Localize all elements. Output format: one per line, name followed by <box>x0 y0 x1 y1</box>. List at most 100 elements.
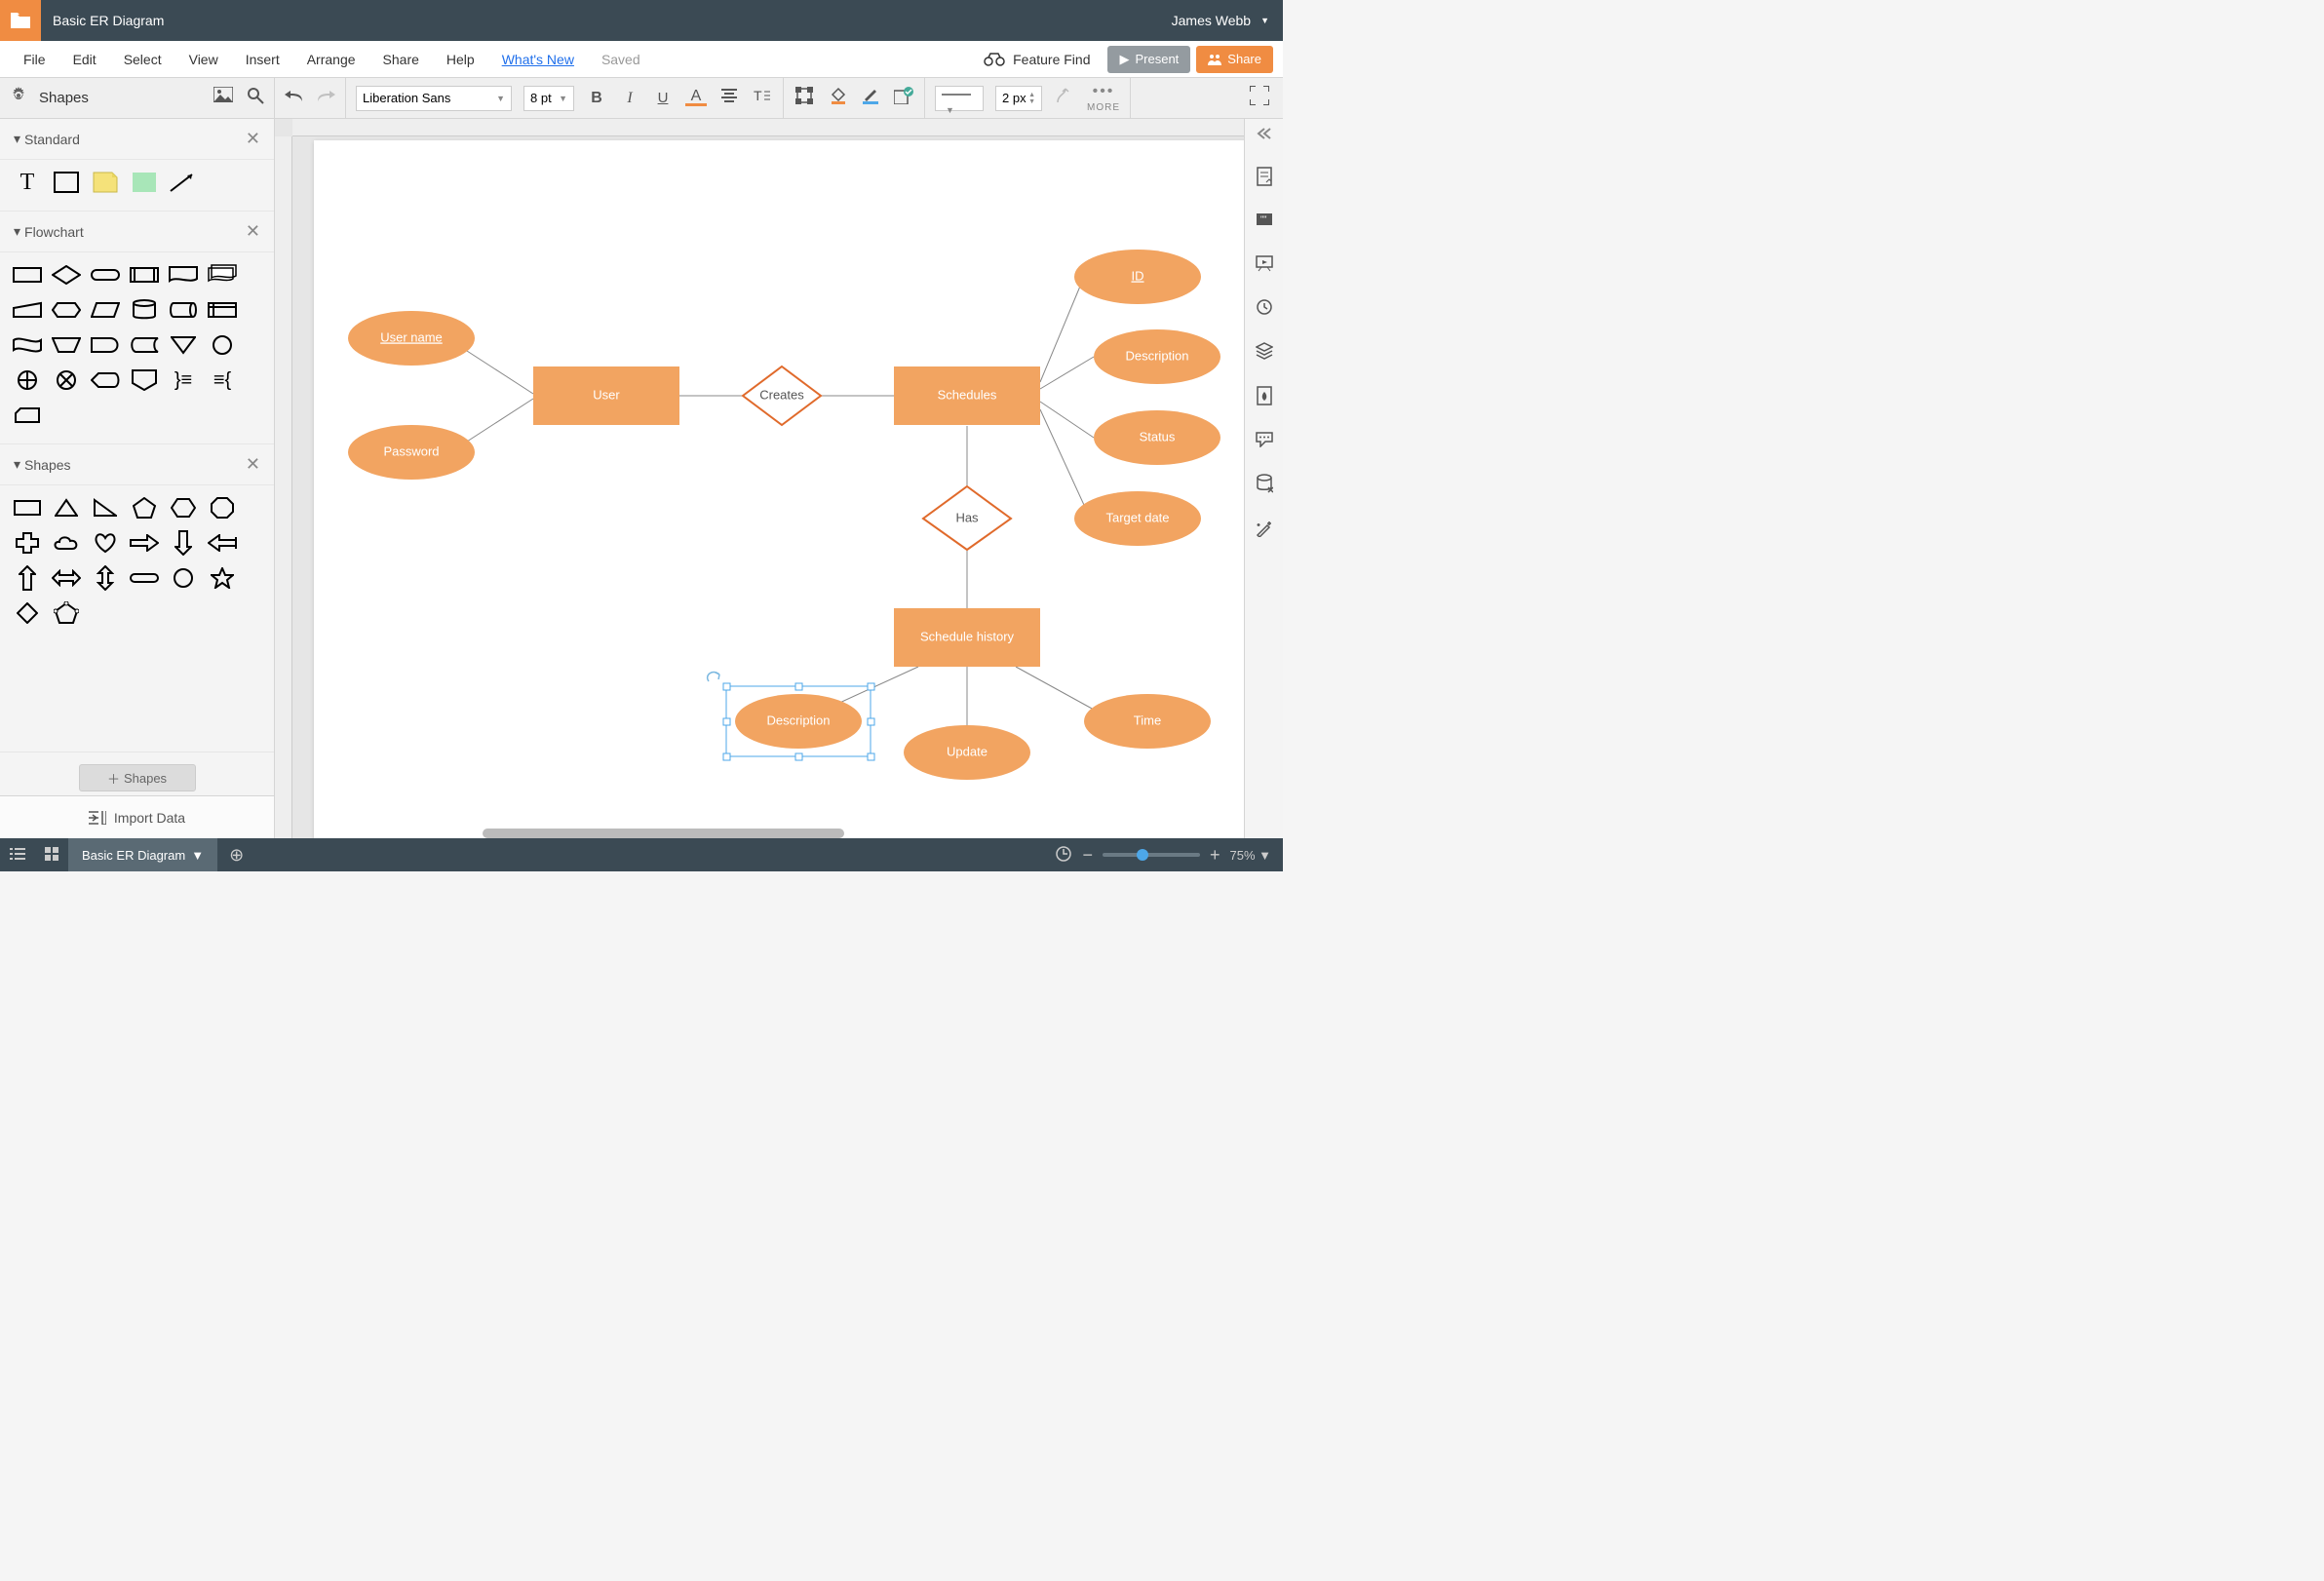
fullscreen-icon[interactable] <box>1236 86 1283 110</box>
diagram-svg[interactable]: User name Password User Creates Schedule… <box>314 140 1244 838</box>
fc-offpage[interactable] <box>127 366 162 395</box>
fc-brace-l[interactable]: ≡{ <box>205 366 240 395</box>
menu-whatsnew[interactable]: What's New <box>488 52 588 67</box>
fc-preparation[interactable] <box>49 295 84 325</box>
close-icon[interactable]: ✕ <box>246 454 260 475</box>
present-button[interactable]: ▶ Present <box>1107 46 1190 73</box>
fontsize-select[interactable]: 8 pt <box>523 86 574 111</box>
fc-stored[interactable] <box>127 330 162 360</box>
sync-icon[interactable] <box>1055 845 1072 866</box>
chat-icon[interactable] <box>1256 432 1273 452</box>
history-icon[interactable] <box>1256 298 1273 321</box>
fc-decision[interactable] <box>49 260 84 289</box>
sh-rarrow[interactable] <box>127 528 162 558</box>
fc-merge[interactable] <box>166 330 201 360</box>
sh-hexagon[interactable] <box>166 493 201 522</box>
fc-multidoc[interactable] <box>205 260 240 289</box>
share-button[interactable]: Share <box>1196 46 1273 73</box>
fc-database[interactable] <box>127 295 162 325</box>
fc-sum[interactable] <box>49 366 84 395</box>
fill-button[interactable] <box>794 87 815 109</box>
fc-data[interactable] <box>88 295 123 325</box>
search-icon[interactable] <box>247 87 264 109</box>
sh-octagon[interactable] <box>205 493 240 522</box>
user-menu[interactable]: James Webb <box>1172 13 1283 28</box>
underline-button[interactable]: U <box>652 90 674 106</box>
zoom-in-button[interactable]: + <box>1210 845 1220 866</box>
sh-rect[interactable] <box>10 493 45 522</box>
shape-text[interactable]: T <box>10 168 45 197</box>
sh-star[interactable] <box>205 563 240 593</box>
bucket-icon[interactable] <box>827 87 848 109</box>
close-icon[interactable]: ✕ <box>246 221 260 242</box>
fc-manualop[interactable] <box>49 330 84 360</box>
document-title[interactable]: Basic ER Diagram <box>41 13 164 28</box>
layers-icon[interactable] <box>1256 342 1273 365</box>
fc-document[interactable] <box>166 260 201 289</box>
sh-rtriangle[interactable] <box>88 493 123 522</box>
sh-darrow[interactable] <box>166 528 201 558</box>
bold-button[interactable]: B <box>586 90 607 107</box>
fc-brace-r[interactable]: }≡ <box>166 366 201 395</box>
line-shape-button[interactable] <box>1054 87 1075 109</box>
shape-arrow[interactable] <box>166 168 201 197</box>
menu-share[interactable]: Share <box>369 52 433 67</box>
menu-insert[interactable]: Insert <box>232 52 293 67</box>
sh-lrarrow[interactable] <box>49 563 84 593</box>
shape-hotspot[interactable] <box>127 168 162 197</box>
font-select[interactable]: Liberation Sans <box>356 86 512 111</box>
outline-icon[interactable] <box>0 847 35 864</box>
line-color-button[interactable] <box>860 87 881 109</box>
group-standard-header[interactable]: ▾ Standard✕ <box>0 119 274 160</box>
sh-heart[interactable] <box>88 528 123 558</box>
fc-display[interactable] <box>88 366 123 395</box>
menu-arrange[interactable]: Arrange <box>293 52 369 67</box>
line-style-select[interactable] <box>935 86 984 111</box>
menu-help[interactable]: Help <box>433 52 488 67</box>
sh-uarrow[interactable] <box>10 563 45 593</box>
italic-button[interactable]: I <box>619 90 640 107</box>
align-button[interactable] <box>718 89 740 107</box>
more-icon[interactable]: ••• <box>1093 83 1115 100</box>
import-data-button[interactable]: Import Data <box>0 795 274 838</box>
canvas-area[interactable]: User name Password User Creates Schedule… <box>275 119 1244 838</box>
zoom-slider[interactable] <box>1103 853 1200 857</box>
collapse-icon[interactable] <box>1257 127 1272 145</box>
group-flowchart-header[interactable]: ▾ Flowchart✕ <box>0 212 274 252</box>
group-shapes-header[interactable]: ▾ Shapes✕ <box>0 444 274 485</box>
folder-icon[interactable] <box>0 0 41 41</box>
close-icon[interactable]: ✕ <box>246 129 260 149</box>
line-width-select[interactable]: 2 px▲▼ <box>995 86 1042 111</box>
sh-diamond[interactable] <box>10 598 45 628</box>
presentation-icon[interactable] <box>1256 254 1273 277</box>
shape-block[interactable] <box>49 168 84 197</box>
fc-process[interactable] <box>10 260 45 289</box>
magic-icon[interactable] <box>1256 520 1273 542</box>
shape-style-button[interactable] <box>893 87 914 109</box>
image-icon[interactable] <box>213 87 233 109</box>
feature-find[interactable]: Feature Find <box>984 52 1090 67</box>
shape-note[interactable] <box>88 168 123 197</box>
sh-circle[interactable] <box>166 563 201 593</box>
theme-icon[interactable] <box>1257 386 1272 410</box>
sh-triangle[interactable] <box>49 493 84 522</box>
data-icon[interactable] <box>1256 474 1273 498</box>
sh-polygon[interactable] <box>49 598 84 628</box>
fc-card[interactable] <box>10 401 45 430</box>
undo-icon[interactable] <box>285 89 304 107</box>
fc-predef[interactable] <box>127 260 162 289</box>
comments-icon[interactable]: "" <box>1256 212 1273 233</box>
grid-icon[interactable] <box>35 847 68 864</box>
fc-internal[interactable] <box>205 295 240 325</box>
gear-icon[interactable] <box>10 87 27 109</box>
add-shapes-button[interactable]: ＋ Shapes <box>79 764 196 791</box>
menu-file[interactable]: File <box>10 52 59 67</box>
fc-directdata[interactable] <box>166 295 201 325</box>
fc-terminator[interactable] <box>88 260 123 289</box>
sh-cross[interactable] <box>10 528 45 558</box>
sh-udarrow[interactable] <box>88 563 123 593</box>
fc-manualinput[interactable] <box>10 295 45 325</box>
horizontal-scrollbar[interactable] <box>483 829 844 838</box>
menu-view[interactable]: View <box>175 52 232 67</box>
menu-edit[interactable]: Edit <box>59 52 110 67</box>
